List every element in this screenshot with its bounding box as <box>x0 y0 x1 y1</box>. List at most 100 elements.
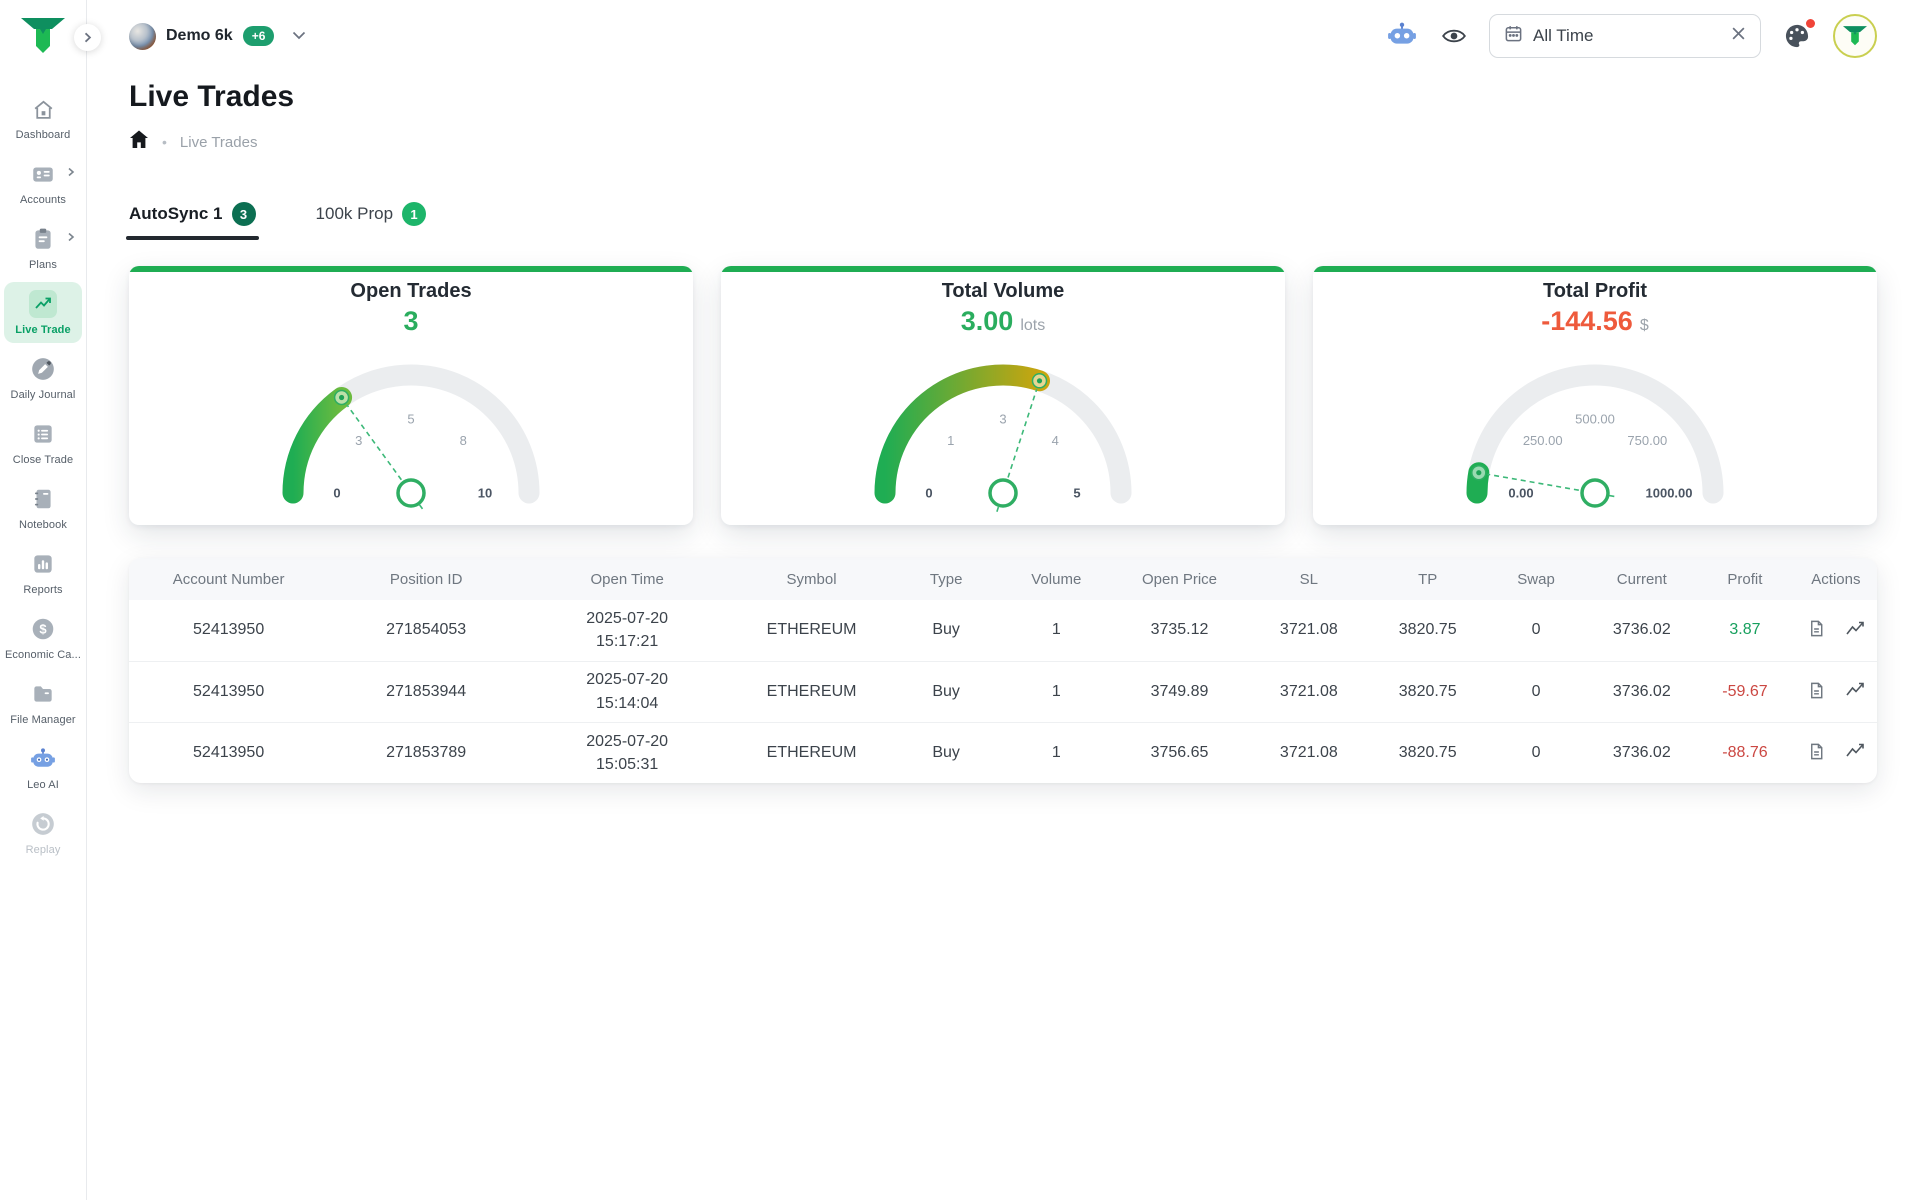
account-selector[interactable]: Demo 6k +6 <box>129 23 306 50</box>
cell-profit: -59.67 <box>1695 661 1795 722</box>
tab-label: AutoSync 1 <box>129 204 223 224</box>
cell-sl: 3721.08 <box>1246 661 1372 722</box>
col-tp: TP <box>1372 558 1484 600</box>
svg-text:5: 5 <box>407 412 414 427</box>
sidebar-item-accounts[interactable]: Accounts <box>4 152 82 213</box>
total-volume-gauge: 01345 <box>721 341 1285 517</box>
cell-volume: 1 <box>999 661 1113 722</box>
col-profit: Profit <box>1695 558 1795 600</box>
cell-tp: 3820.75 <box>1372 600 1484 661</box>
tab-autosync-1[interactable]: AutoSync 1 3 <box>129 202 256 240</box>
card-title: Total Profit <box>1313 280 1877 303</box>
leo-ai-robot-button[interactable] <box>1385 21 1419 51</box>
sidebar-item-notebook[interactable]: Notebook <box>4 477 82 538</box>
col-sl: SL <box>1246 558 1372 600</box>
card-title: Total Volume <box>721 280 1285 303</box>
date-range-input[interactable]: All Time <box>1489 14 1761 58</box>
account-tabs: AutoSync 1 3 100k Prop 1 <box>129 202 1877 240</box>
trade-details-button[interactable] <box>1805 740 1828 766</box>
svg-text:0.00: 0.00 <box>1508 486 1533 501</box>
svg-text:1000.00: 1000.00 <box>1646 486 1693 501</box>
sidebar-item-leo-ai[interactable]: Leo AI <box>4 737 82 798</box>
col-open-price: Open Price <box>1113 558 1246 600</box>
trade-chart-button[interactable] <box>1843 679 1867 704</box>
sidebar-item-file-manager[interactable]: File Manager <box>4 672 82 733</box>
profile-avatar[interactable] <box>1833 14 1877 58</box>
trade-details-button[interactable] <box>1805 617 1828 643</box>
open-trades-gauge: 035810 <box>129 341 693 517</box>
eye-watch-button[interactable] <box>1441 26 1467 46</box>
table-row: 52413950 271853944 2025-07-2015:14:04 ET… <box>129 661 1877 722</box>
cell-open-price: 3756.65 <box>1113 722 1246 783</box>
sidebar-item-label: Reports <box>23 584 62 596</box>
sidebar-item-plans[interactable]: Plans <box>4 217 82 278</box>
sidebar: Dashboard Accounts <box>0 0 87 1200</box>
topbar: Demo 6k +6 <box>129 0 1877 72</box>
cell-open-time: 2025-07-2015:05:31 <box>524 722 730 783</box>
cell-account: 52413950 <box>129 661 328 722</box>
trade-chart-button[interactable] <box>1843 618 1867 643</box>
summary-cards: Open Trades 3 035810 Total Volume 3.00 l… <box>129 266 1877 525</box>
svg-text:250.00: 250.00 <box>1523 433 1563 448</box>
cell-symbol: ETHEREUM <box>730 661 893 722</box>
theme-palette-button[interactable] <box>1783 22 1811 50</box>
tab-100k-prop[interactable]: 100k Prop 1 <box>316 202 427 240</box>
cell-profit: -88.76 <box>1695 722 1795 783</box>
main-content: Demo 6k +6 <box>87 0 1920 783</box>
sidebar-item-reports[interactable]: Reports <box>4 542 82 603</box>
app-logo-icon <box>21 16 65 61</box>
breadcrumb-current: Live Trades <box>180 134 258 151</box>
cell-account: 52413950 <box>129 600 328 661</box>
trade-chart-button[interactable] <box>1843 740 1867 765</box>
calendar-icon <box>1504 24 1523 48</box>
tab-label: 100k Prop <box>316 204 394 224</box>
card-accent-strip <box>129 266 693 272</box>
close-icon[interactable] <box>1731 26 1746 46</box>
cell-swap: 0 <box>1484 722 1589 783</box>
sidebar-item-replay[interactable]: Replay <box>4 802 82 863</box>
cell-position-id: 271853944 <box>328 661 524 722</box>
cell-actions <box>1795 722 1877 783</box>
cell-open-price: 3749.89 <box>1113 661 1246 722</box>
sidebar-item-label: File Manager <box>10 714 75 726</box>
sidebar-item-daily-journal[interactable]: Daily Journal <box>4 347 82 408</box>
cell-tp: 3820.75 <box>1372 661 1484 722</box>
home-icon <box>29 95 57 123</box>
cell-tp: 3820.75 <box>1372 722 1484 783</box>
cell-open-price: 3735.12 <box>1113 600 1246 661</box>
sidebar-item-dashboard[interactable]: Dashboard <box>4 87 82 148</box>
cell-volume: 1 <box>999 600 1113 661</box>
svg-text:3: 3 <box>355 433 362 448</box>
cell-current: 3736.02 <box>1589 600 1696 661</box>
cell-open-time: 2025-07-2015:14:04 <box>524 661 730 722</box>
col-actions: Actions <box>1795 558 1877 600</box>
live-trades-table: Account Number Position ID Open Time Sym… <box>129 558 1877 783</box>
sidebar-nav: Dashboard Accounts <box>0 85 86 865</box>
card-value: 3.00 <box>961 306 1014 337</box>
col-symbol: Symbol <box>730 558 893 600</box>
svg-text:500.00: 500.00 <box>1575 412 1615 427</box>
trade-details-button[interactable] <box>1805 679 1828 705</box>
card-unit: $ <box>1640 317 1649 335</box>
sidebar-item-live-trade[interactable]: Live Trade <box>4 282 82 343</box>
replay-icon <box>29 810 57 838</box>
sidebar-item-close-trade[interactable]: Close Trade <box>4 412 82 473</box>
svg-text:750.00: 750.00 <box>1627 433 1667 448</box>
dollar-circle-icon: $ <box>29 615 57 643</box>
bar-chart-icon <box>29 550 57 578</box>
cell-type: Buy <box>893 661 1000 722</box>
table-header-row: Account Number Position ID Open Time Sym… <box>129 558 1877 600</box>
home-icon[interactable] <box>129 130 149 154</box>
svg-text:$: $ <box>39 622 47 637</box>
total-profit-card: Total Profit -144.56 $ 0.00250.00500.007… <box>1313 266 1877 525</box>
card-value: 3 <box>403 306 418 337</box>
chart-line-icon <box>29 290 57 318</box>
cell-sl: 3721.08 <box>1246 600 1372 661</box>
col-open-time: Open Time <box>524 558 730 600</box>
sidebar-item-label: Close Trade <box>13 454 73 466</box>
card-accent-strip <box>1313 266 1877 272</box>
chevron-right-icon <box>66 229 76 247</box>
sidebar-collapse-button[interactable] <box>74 24 101 51</box>
sidebar-item-economic-calendar[interactable]: $ Economic Ca... <box>4 607 82 668</box>
cell-swap: 0 <box>1484 661 1589 722</box>
